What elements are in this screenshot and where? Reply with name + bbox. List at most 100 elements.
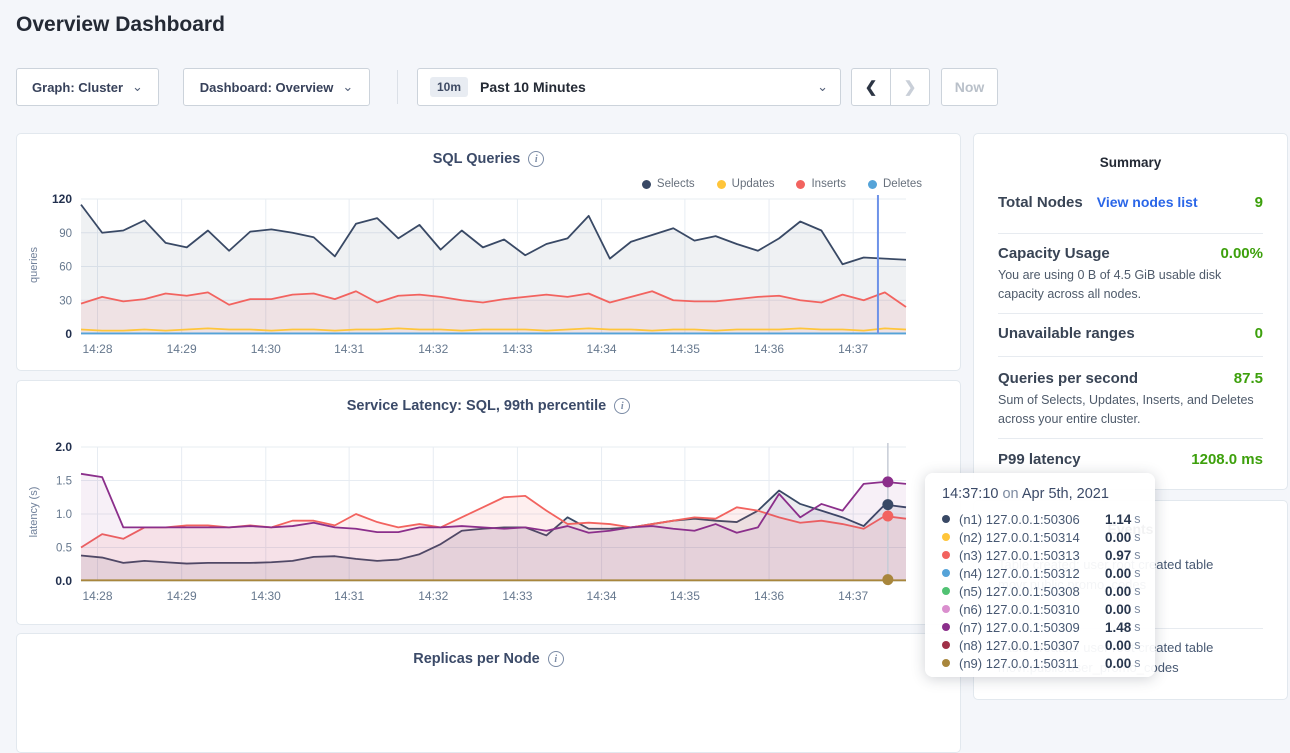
time-range-label: Past 10 Minutes [480, 79, 808, 95]
y-tick-label: 90 [59, 228, 72, 240]
y-tick-label: 0 [65, 327, 72, 341]
graph-dropdown-label: Graph: Cluster [32, 80, 123, 95]
x-tick-label: 14:28 [82, 342, 112, 356]
toolbar-divider [397, 70, 398, 104]
y-tick-label: 120 [52, 192, 72, 206]
y-tick-label: 0.5 [56, 543, 72, 555]
replicas-per-node-title: Replicas per Node [413, 651, 540, 667]
capacity-usage-row: Capacity Usage 0.00% [998, 245, 1263, 262]
tooltip-node-value: 0.00 [1105, 656, 1131, 671]
x-tick-label: 14:36 [754, 342, 784, 356]
x-tick-label: 14:37 [838, 342, 868, 356]
hover-dot [882, 574, 893, 585]
tooltip-node-value: 1.14 [1105, 512, 1131, 527]
divider [998, 438, 1263, 439]
sql-queries-legend: Selects Updates Inserts Deletes [642, 178, 922, 190]
tooltip-node-row: (n6) 127.0.0.1:50310 0.00 s [942, 600, 1155, 618]
x-tick-label: 14:37 [838, 589, 868, 603]
capacity-usage-value: 0.00% [1220, 245, 1263, 262]
info-icon[interactable]: i [614, 398, 630, 414]
info-icon[interactable]: i [528, 151, 544, 167]
unavailable-ranges-value: 0 [1255, 325, 1263, 342]
qps-label: Queries per second [998, 370, 1138, 387]
x-tick-label: 14:34 [587, 589, 617, 603]
service-latency-chart[interactable]: 0.00.51.01.52.014:2814:2914:3014:3114:32… [17, 439, 946, 609]
legend-item-deletes[interactable]: Deletes [868, 178, 922, 190]
sql-queries-chart[interactable]: 030609012014:2814:2914:3014:3114:3214:33… [17, 191, 946, 361]
x-tick-label: 14:33 [502, 342, 532, 356]
tooltip-node-unit: s [1134, 584, 1140, 598]
legend-item-inserts[interactable]: Inserts [796, 178, 846, 190]
tooltip-node-unit: s [1134, 602, 1140, 616]
x-tick-label: 14:32 [418, 342, 448, 356]
tooltip-node-row: (n3) 127.0.0.1:50313 0.97 s [942, 546, 1155, 564]
info-icon[interactable]: i [548, 651, 564, 667]
x-tick-label: 14:34 [587, 342, 617, 356]
tooltip-node-unit: s [1134, 638, 1140, 652]
qps-row: Queries per second 87.5 [998, 370, 1263, 387]
updates-dot-icon [717, 180, 726, 189]
hover-dot [882, 499, 893, 510]
chevron-down-icon: ⌄ [132, 82, 143, 92]
node-color-dot-icon [942, 551, 950, 559]
tooltip-node-row: (n5) 127.0.0.1:50308 0.00 s [942, 582, 1155, 600]
view-nodes-list-link[interactable]: View nodes list [1097, 194, 1198, 210]
node-color-dot-icon [942, 569, 950, 577]
summary-panel: Summary Total Nodes View nodes list 9 Ca… [973, 133, 1288, 490]
selects-dot-icon [642, 180, 651, 189]
time-next-button[interactable]: ❯ [890, 68, 930, 106]
capacity-usage-label: Capacity Usage [998, 245, 1110, 262]
tooltip-node-label: (n3) 127.0.0.1:50313 [959, 548, 1105, 563]
qps-description: Sum of Selects, Updates, Inserts, and De… [998, 391, 1263, 430]
dashboard-dropdown-label: Dashboard: Overview [200, 80, 334, 95]
tooltip-node-value: 1.48 [1105, 620, 1131, 635]
tooltip-node-unit: s [1134, 530, 1140, 544]
divider [998, 313, 1263, 314]
x-tick-label: 14:29 [167, 342, 197, 356]
hover-dot [882, 511, 893, 522]
tooltip-node-label: (n1) 127.0.0.1:50306 [959, 512, 1105, 527]
node-color-dot-icon [942, 515, 950, 523]
deletes-dot-icon [868, 180, 877, 189]
legend-item-updates[interactable]: Updates [717, 178, 775, 190]
time-range-dropdown[interactable]: 10m Past 10 Minutes ⌄ [417, 68, 841, 106]
tooltip-node-value: 0.00 [1105, 530, 1131, 545]
x-tick-label: 14:35 [670, 589, 700, 603]
legend-item-selects[interactable]: Selects [642, 178, 695, 190]
tooltip-node-label: (n4) 127.0.0.1:50312 [959, 566, 1105, 581]
x-tick-label: 14:29 [167, 589, 197, 603]
tooltip-node-unit: s [1134, 566, 1140, 580]
graph-dropdown[interactable]: Graph: Cluster ⌄ [16, 68, 159, 106]
divider [998, 233, 1263, 234]
sql-queries-title: SQL Queries [433, 151, 521, 167]
tooltip-node-value: 0.00 [1105, 638, 1131, 653]
x-tick-label: 14:33 [502, 589, 532, 603]
tooltip-node-unit: s [1134, 548, 1140, 562]
x-tick-label: 14:32 [418, 589, 448, 603]
time-prev-button[interactable]: ❮ [851, 68, 891, 106]
node-color-dot-icon [942, 641, 950, 649]
unavailable-ranges-row: Unavailable ranges 0 [998, 325, 1263, 342]
x-tick-label: 14:31 [334, 589, 364, 603]
sql-queries-card: SQL Queries i Selects Updates Inserts De… [16, 133, 961, 371]
node-color-dot-icon [942, 605, 950, 613]
y-tick-label: 1.0 [56, 509, 72, 521]
tooltip-node-row: (n4) 127.0.0.1:50312 0.00 s [942, 564, 1155, 582]
tooltip-node-label: (n7) 127.0.0.1:50309 [959, 620, 1105, 635]
y-tick-label: 1.5 [56, 476, 72, 488]
dashboard-dropdown[interactable]: Dashboard: Overview ⌄ [183, 68, 370, 106]
node-color-dot-icon [942, 533, 950, 541]
y-tick-label: 30 [59, 295, 72, 307]
now-button[interactable]: Now [941, 68, 998, 106]
tooltip-node-label: (n5) 127.0.0.1:50308 [959, 584, 1105, 599]
service-latency-title: Service Latency: SQL, 99th percentile [347, 398, 607, 414]
divider [998, 356, 1263, 357]
chevron-down-icon: ⌄ [342, 82, 353, 92]
total-nodes-label: Total Nodes [998, 194, 1083, 211]
total-nodes-value: 9 [1255, 194, 1263, 211]
summary-title: Summary [974, 155, 1287, 170]
p99-latency-row: P99 latency 1208.0 ms [998, 451, 1263, 468]
page-title: Overview Dashboard [16, 13, 225, 37]
chart-hover-tooltip: 14:37:10 on Apr 5th, 2021 (n1) 127.0.0.1… [925, 473, 1155, 677]
node-color-dot-icon [942, 587, 950, 595]
